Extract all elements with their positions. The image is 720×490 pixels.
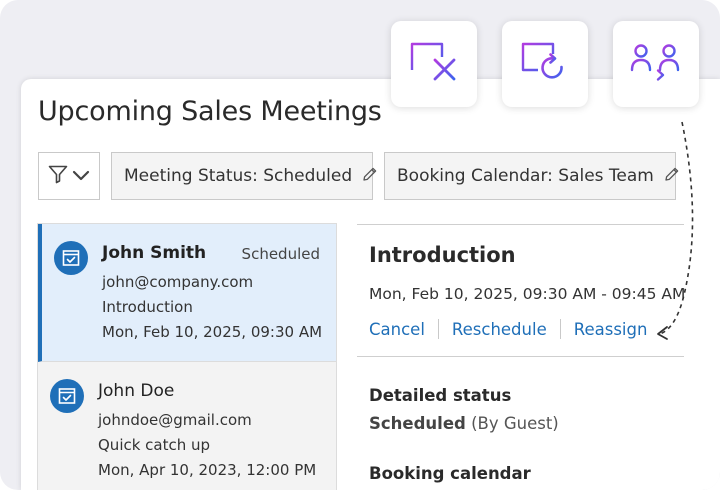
- meeting-time-range: Mon, Feb 10, 2025, 09:30 AM - 09:45 AM: [369, 285, 686, 303]
- filter-button[interactable]: [38, 152, 100, 200]
- list-item[interactable]: John Doe johndoe@gmail.com Quick catch u…: [38, 362, 336, 490]
- reassign-link[interactable]: Reassign: [574, 320, 648, 339]
- booking-calendar-label: Booking calendar: [369, 464, 531, 483]
- pencil-icon[interactable]: [362, 166, 378, 187]
- cancel-meeting-button[interactable]: [391, 21, 477, 107]
- dashed-connector: [657, 121, 694, 340]
- divider: [559, 319, 561, 339]
- reassign-meeting-button[interactable]: [613, 21, 699, 107]
- filter-chip-booking-calendar[interactable]: Booking Calendar: Sales Team: [384, 152, 679, 200]
- meeting-topic: Introduction: [102, 298, 193, 316]
- meeting-datetime: Mon, Apr 10, 2023, 12:00 PM: [98, 461, 317, 479]
- meeting-guest-name: John Smith: [102, 243, 207, 263]
- meeting-guest-email: johndoe@gmail.com: [98, 411, 252, 429]
- calendar-check-icon: [54, 241, 88, 275]
- filter-chip-label: Meeting Status: Scheduled: [124, 166, 353, 186]
- meeting-detail-title: Introduction: [369, 243, 516, 267]
- status-value: Scheduled: [369, 414, 466, 433]
- cancel-link[interactable]: Cancel: [369, 320, 425, 339]
- meeting-topic: Quick catch up: [98, 436, 211, 454]
- detailed-status-value: Scheduled (By Guest): [369, 414, 559, 433]
- divider: [437, 319, 439, 339]
- calendar-cancel-icon: [409, 40, 459, 88]
- filter-chip-label: Booking Calendar: Sales Team: [397, 166, 654, 186]
- meeting-datetime: Mon, Feb 10, 2025, 09:30 AM: [102, 323, 323, 341]
- meeting-guest-email: john@company.com: [102, 273, 254, 291]
- meeting-status: Scheduled: [241, 245, 320, 263]
- funnel-icon: [48, 164, 68, 188]
- divider: [357, 224, 684, 225]
- meeting-guest-name: John Doe: [98, 381, 175, 401]
- meetings-list: John Smith Scheduled john@company.com In…: [37, 223, 337, 490]
- meeting-actions: Cancel Reschedule Reassign: [369, 319, 647, 339]
- page-title: Upcoming Sales Meetings: [38, 96, 382, 127]
- reschedule-link[interactable]: Reschedule: [452, 320, 547, 339]
- calendar-check-icon: [50, 379, 84, 413]
- reschedule-meeting-button[interactable]: [502, 21, 588, 107]
- filter-chip-meeting-status[interactable]: Meeting Status: Scheduled: [111, 152, 377, 200]
- divider: [357, 356, 684, 357]
- chevron-down-icon: [72, 167, 90, 186]
- list-item[interactable]: John Smith Scheduled john@company.com In…: [38, 224, 336, 362]
- status-note: (By Guest): [471, 414, 559, 433]
- detailed-status-label: Detailed status: [369, 386, 512, 405]
- screen: Upcoming Sales Meetings Meeting Status: …: [0, 0, 720, 490]
- users-reassign-icon: [630, 42, 682, 86]
- calendar-reschedule-icon: [520, 40, 570, 88]
